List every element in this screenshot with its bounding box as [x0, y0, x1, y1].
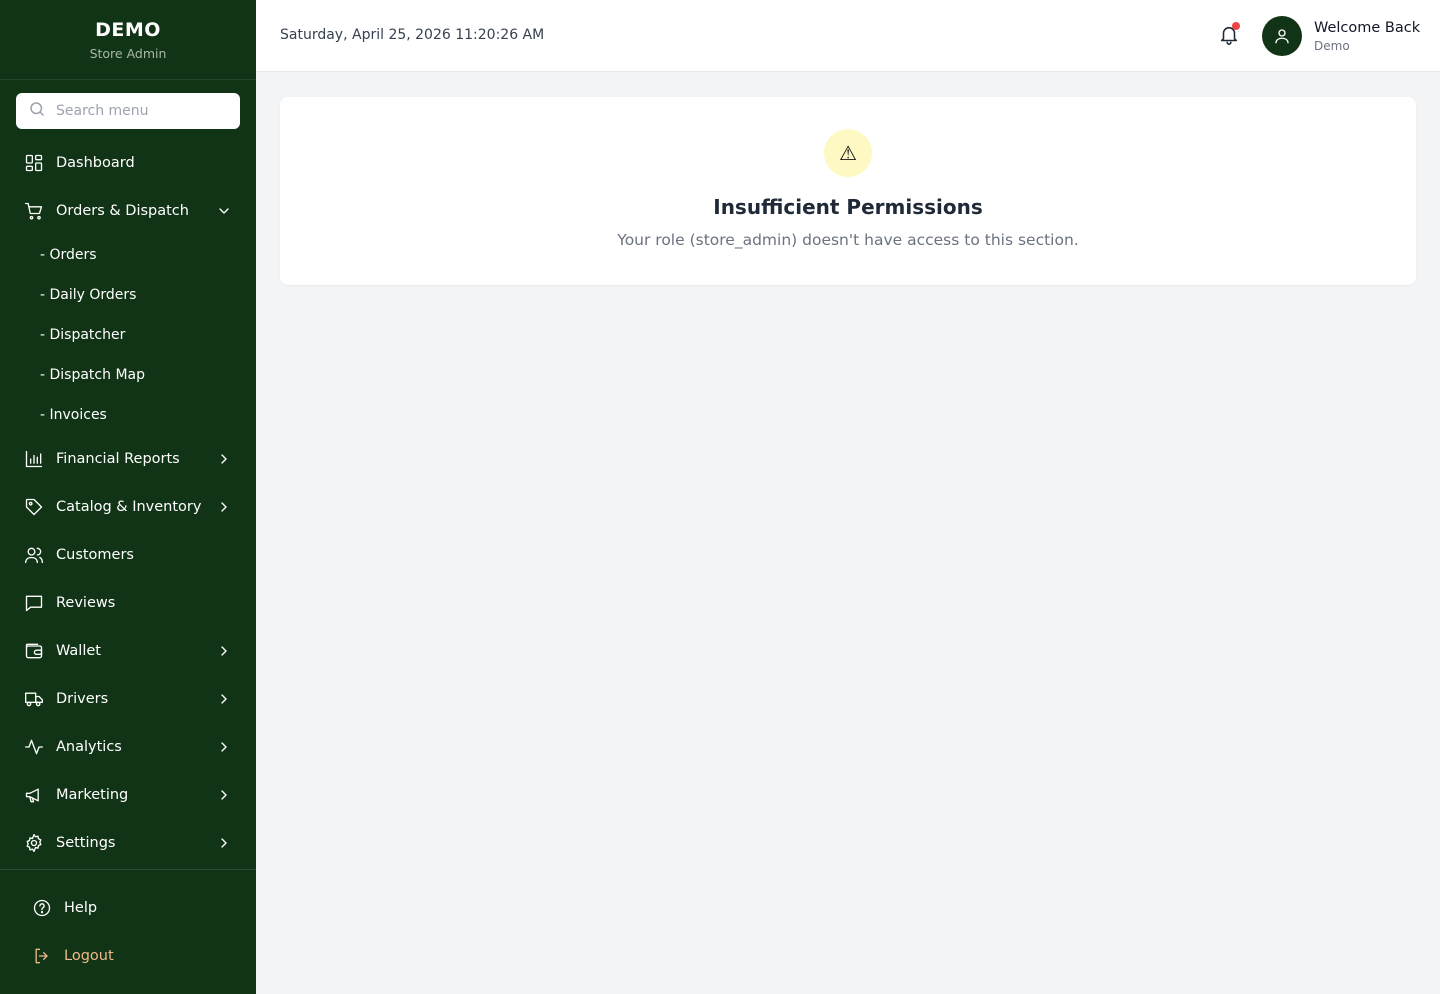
cart-icon	[24, 201, 44, 221]
wallet-icon	[24, 641, 44, 661]
gear-icon	[24, 833, 44, 853]
sidebar-divider	[0, 869, 256, 870]
permission-card: ⚠ Insufficient Permissions Your role (st…	[280, 97, 1416, 285]
warning-icon: ⚠	[824, 129, 872, 177]
sidebar-item-label: Financial Reports	[56, 451, 180, 467]
users-icon	[24, 545, 44, 565]
chevron-right-icon	[216, 787, 232, 803]
sidebar-item-drivers[interactable]: Drivers	[0, 679, 256, 719]
sidebar-subitem-dispatcher[interactable]: - Dispatcher	[40, 323, 125, 347]
sidebar-subitem-orders[interactable]: - Orders	[40, 243, 97, 267]
sidebar-item-label: Orders & Dispatch	[56, 203, 189, 219]
notifications-button[interactable]	[1218, 22, 1242, 50]
megaphone-icon	[24, 785, 44, 805]
activity-icon	[24, 737, 44, 757]
sidebar-item-label: Settings	[56, 835, 116, 851]
notification-dot	[1232, 22, 1240, 30]
sidebar: DEMO Store Admin Dashboard Orders & Disp…	[0, 0, 256, 994]
sidebar-item-reviews[interactable]: Reviews	[0, 583, 256, 623]
sidebar-subitem-invoices[interactable]: - Invoices	[40, 403, 107, 427]
logout-label: Logout	[64, 948, 114, 964]
bell-icon	[1218, 26, 1240, 50]
current-datetime: Saturday, April 25, 2026 11:20:26 AM	[280, 27, 545, 43]
sidebar-item-label: Drivers	[56, 691, 109, 707]
permission-title: Insufficient Permissions	[713, 195, 983, 219]
bar-chart-icon	[24, 449, 44, 469]
sidebar-item-label: Catalog & Inventory	[56, 499, 202, 515]
chevron-right-icon	[216, 835, 232, 851]
truck-icon	[24, 689, 44, 709]
sidebar-item-label: Wallet	[56, 643, 101, 659]
sidebar-item-dashboard[interactable]: Dashboard	[0, 143, 256, 183]
brand: DEMO Store Admin	[0, 0, 256, 80]
user-name: Demo	[1314, 39, 1350, 53]
chevron-right-icon	[216, 499, 232, 515]
search-box[interactable]	[16, 93, 240, 129]
chevron-right-icon	[216, 739, 232, 755]
help-button[interactable]: Help	[32, 892, 97, 924]
help-circle-icon	[32, 898, 52, 918]
search-input[interactable]	[56, 103, 226, 119]
chevron-right-icon	[216, 451, 232, 467]
welcome-text: Welcome Back	[1314, 20, 1421, 36]
chevron-right-icon	[216, 643, 232, 659]
search-icon	[28, 100, 46, 122]
sidebar-item-settings[interactable]: Settings	[0, 823, 256, 863]
sidebar-subitem-daily-orders[interactable]: - Daily Orders	[40, 283, 136, 307]
sidebar-item-label: Reviews	[56, 595, 116, 611]
dashboard-icon	[24, 153, 44, 173]
chevron-down-icon	[216, 203, 232, 219]
sidebar-item-label: Customers	[56, 547, 134, 563]
message-square-icon	[24, 593, 44, 613]
avatar[interactable]	[1262, 16, 1302, 56]
sidebar-subitem-dispatch-map[interactable]: - Dispatch Map	[40, 363, 145, 387]
logout-button[interactable]: Logout	[32, 940, 114, 972]
permission-message: Your role (store_admin) doesn't have acc…	[617, 231, 1079, 249]
sidebar-item-wallet[interactable]: Wallet	[0, 631, 256, 671]
sidebar-item-orders-dispatch[interactable]: Orders & Dispatch	[0, 191, 256, 231]
chevron-right-icon	[216, 691, 232, 707]
sidebar-item-label: Analytics	[56, 739, 122, 755]
sidebar-item-customers[interactable]: Customers	[0, 535, 256, 575]
brand-title: DEMO	[95, 19, 161, 41]
brand-subtitle: Store Admin	[89, 46, 167, 61]
top-header: Saturday, April 25, 2026 11:20:26 AM Wel…	[256, 0, 1440, 72]
user-icon	[1275, 29, 1289, 44]
sidebar-item-label: Dashboard	[56, 155, 135, 171]
help-label: Help	[64, 900, 98, 916]
sidebar-item-financial-reports[interactable]: Financial Reports	[0, 439, 256, 479]
sidebar-item-label: Marketing	[56, 787, 129, 803]
sidebar-item-marketing[interactable]: Marketing	[0, 775, 256, 815]
sidebar-item-catalog-inventory[interactable]: Catalog & Inventory	[0, 487, 256, 527]
sidebar-item-analytics[interactable]: Analytics	[0, 727, 256, 767]
logout-icon	[32, 946, 52, 966]
tag-icon	[24, 497, 44, 517]
